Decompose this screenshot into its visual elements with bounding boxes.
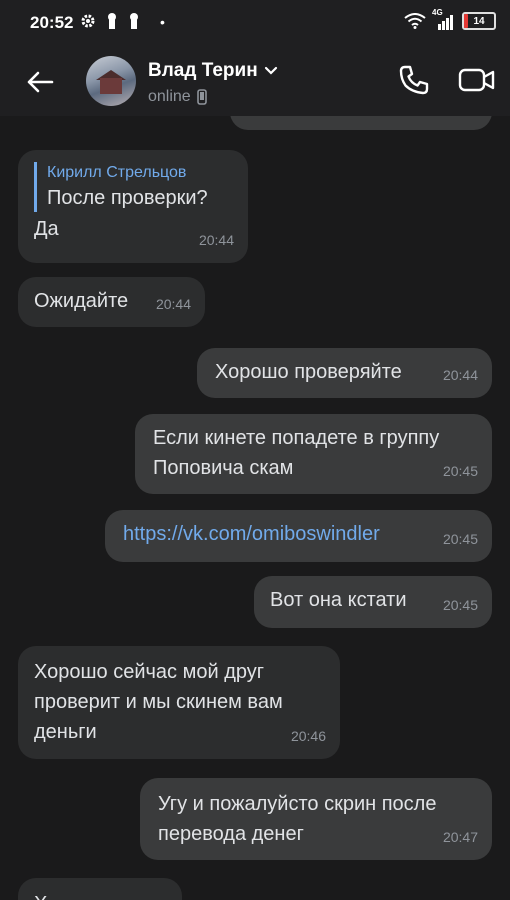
message-bubble-outgoing[interactable]: Хорошо проверяйте 20:44: [197, 348, 492, 398]
settings-gear-icon: [81, 14, 95, 28]
message-text-line: проверит и мы скинем вам: [34, 691, 283, 713]
message-time: 20:44: [443, 116, 478, 124]
contact-name: Влад Терин: [148, 60, 258, 81]
back-button[interactable]: [22, 64, 58, 100]
message-text-line: Хорошо сейчас мой друг: [34, 661, 265, 683]
status-system-icons: 4G 14: [404, 8, 496, 30]
message-bubble-outgoing[interactable]: Если кинете попадете в группу Поповича с…: [135, 414, 492, 494]
contact-avatar[interactable]: [86, 56, 136, 106]
reply-text: После проверки?: [47, 187, 208, 209]
message-bubble-outgoing[interactable]: https://vk.com/omiboswindler 20:45: [105, 510, 492, 562]
message-time: 20:44: [442, 367, 478, 383]
message-link[interactable]: https://vk.com/omiboswindler: [123, 519, 474, 549]
message-text-line: Угу и пожалуйсто скрин после: [158, 793, 437, 815]
message-text-line: Если кинете попадете в группу: [153, 427, 440, 449]
message-time: 20:46: [290, 728, 326, 744]
message-bubble-incoming[interactable]: Ожидайте 20:44: [18, 277, 205, 327]
message-bubble-incoming[interactable]: Х: [18, 878, 182, 900]
status-bar: 20:52 • 4G 14: [0, 0, 510, 48]
arrow-left-icon: [27, 71, 54, 93]
chevron-down-icon: [264, 66, 277, 75]
contact-name-button[interactable]: Влад Терин: [148, 60, 278, 82]
message-time: 20:47: [442, 829, 478, 845]
contact-status: online: [148, 88, 207, 106]
message-time: 20:45: [442, 531, 478, 547]
phone-icon: [399, 65, 429, 95]
message-time: 20:45: [442, 597, 478, 613]
cellular-signal-icon: 4G: [432, 8, 456, 30]
battery-level: 14: [473, 15, 485, 27]
wifi-icon: [404, 13, 426, 29]
reply-quote[interactable]: Кирилл Стрельцов После проверки?: [34, 162, 232, 212]
message-time: 20:44: [198, 232, 234, 248]
message-text-line: перевода денег: [158, 823, 304, 845]
message-text-line: деньги: [34, 721, 97, 743]
mobile-phone-icon: [196, 89, 207, 105]
battery-fill: [464, 14, 469, 28]
message-text: Х: [34, 889, 166, 900]
message-time: 20:44: [155, 296, 191, 312]
status-time: 20:52: [30, 13, 74, 32]
status-notification-icons: [80, 12, 140, 30]
message-list[interactable]: 20:44 Кирилл Стрельцов После проверки? Д…: [0, 116, 510, 900]
message-bubble-outgoing[interactable]: Угу и пожалуйсто скрин после перевода де…: [140, 778, 492, 860]
chat-header: Влад Терин online: [0, 48, 510, 116]
message-text-line: Поповича скам: [153, 457, 294, 479]
message-bubble-incoming[interactable]: Хорошо сейчас мой друг проверит и мы ски…: [18, 646, 340, 759]
message-bubble-outgoing[interactable]: 20:44: [230, 116, 492, 130]
online-status-text: online: [148, 88, 191, 105]
keyhole-icon: [108, 13, 116, 29]
message-bubble-outgoing[interactable]: Вот она кстати 20:45: [254, 576, 492, 628]
message-bubble-incoming[interactable]: Кирилл Стрельцов После проверки? Да 20:4…: [18, 150, 248, 263]
reply-author: Кирилл Стрельцов: [47, 164, 187, 181]
message-text: Хорошо проверяйте: [215, 361, 402, 383]
voice-call-button[interactable]: [396, 62, 432, 98]
video-call-button[interactable]: [458, 62, 496, 98]
battery-icon: 14: [462, 12, 496, 30]
network-type-label: 4G: [432, 8, 443, 17]
video-camera-icon: [458, 68, 495, 92]
status-more-dot: •: [160, 14, 165, 30]
message-time: 20:45: [442, 463, 478, 479]
keyhole-icon-2: [130, 13, 138, 29]
